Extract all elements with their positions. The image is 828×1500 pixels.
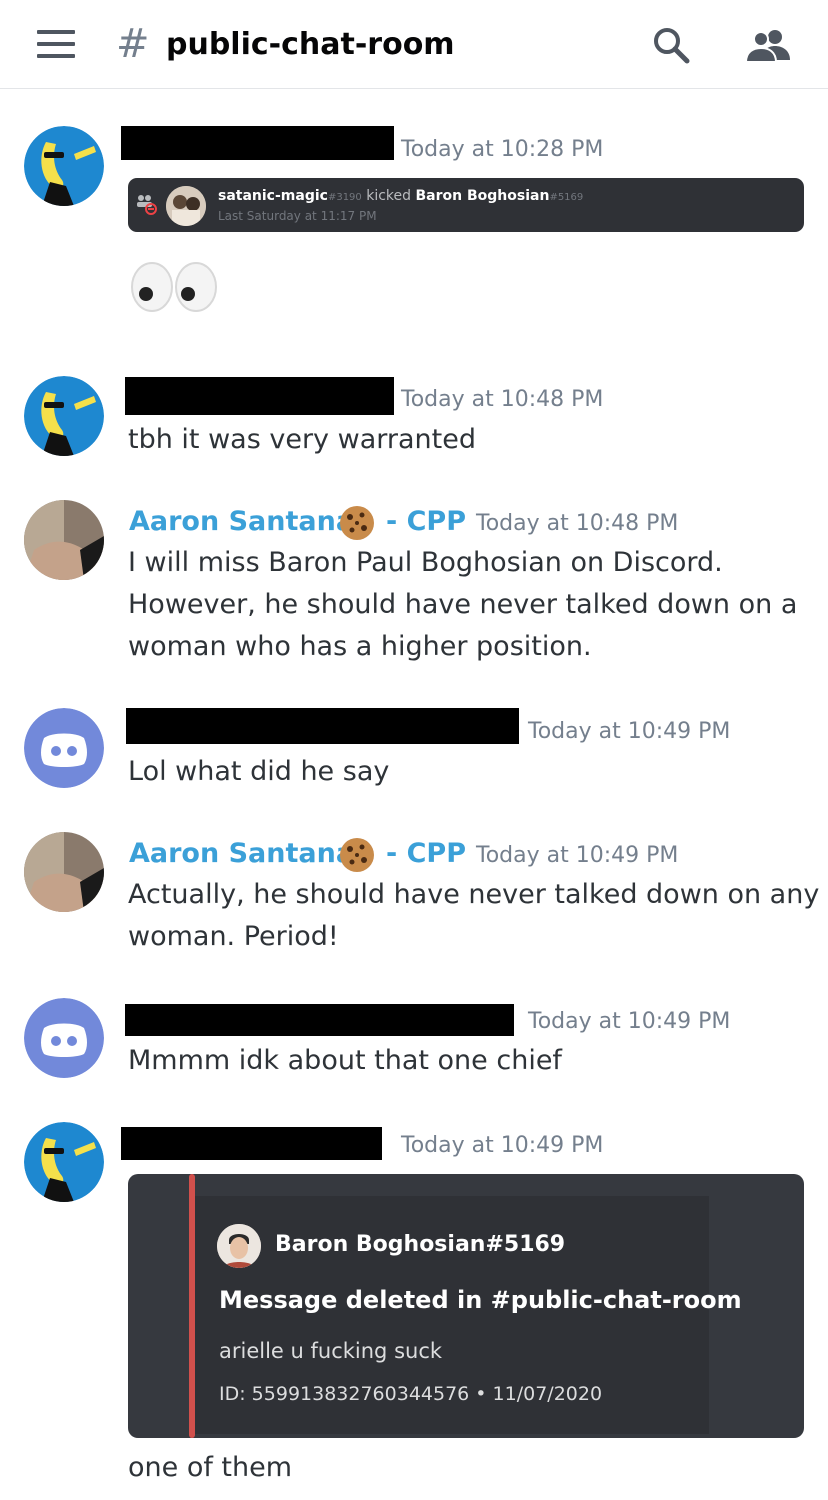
message-line: woman who has a higher position. xyxy=(128,631,592,662)
discord-default-avatar-icon xyxy=(24,998,104,1078)
message-text: Mmmm idk about that one chief xyxy=(128,1045,562,1076)
avatar[interactable] xyxy=(24,1122,104,1202)
eyes-emoji-icon[interactable] xyxy=(130,262,220,312)
kick-action: kicked xyxy=(366,188,412,204)
actor-name[interactable]: satanic-magic xyxy=(218,188,328,204)
system-kick-event[interactable]: satanic-magic#3190 kicked Baron Boghosia… xyxy=(128,178,804,232)
message-timestamp: Today at 10:49 PM xyxy=(528,719,731,744)
message-embed[interactable]: Baron Boghosian#5169 Message deleted in … xyxy=(128,1174,804,1438)
target-discriminator: #5169 xyxy=(549,192,584,203)
target-name[interactable]: Baron Boghosian xyxy=(416,188,550,204)
redacted-username xyxy=(126,708,519,744)
message-text: Lol what did he say xyxy=(128,756,390,787)
message-timestamp: Today at 10:49 PM xyxy=(528,1009,731,1034)
message-line: Actually, he should have never talked do… xyxy=(128,879,820,910)
avatar[interactable] xyxy=(24,998,104,1078)
cookie-emoji-icon xyxy=(340,838,374,872)
hamburger-menu-icon[interactable] xyxy=(37,30,75,58)
redacted-username xyxy=(125,377,394,415)
message-timestamp: Today at 10:48 PM xyxy=(401,387,604,412)
message-timestamp: Today at 10:49 PM xyxy=(401,1133,604,1158)
kick-summary: satanic-magic#3190 kicked Baron Boghosia… xyxy=(218,186,583,208)
message-line: However, he should have never talked dow… xyxy=(128,589,798,620)
username-suffix: - CPP xyxy=(386,506,466,537)
redacted-username xyxy=(121,1127,382,1160)
embed-footer: ID: 559913832760344576 • 11/07/2020 xyxy=(219,1383,603,1405)
embed-description: arielle u fucking suck xyxy=(219,1339,443,1363)
member-removed-icon xyxy=(137,195,157,215)
embed-title: Message deleted in #public-chat-room xyxy=(219,1286,742,1314)
members-icon[interactable] xyxy=(744,26,792,64)
message-line: I will miss Baron Paul Boghosian on Disc… xyxy=(128,547,723,578)
message-timestamp: Today at 10:28 PM xyxy=(401,137,604,162)
embed-content: Baron Boghosian#5169 Message deleted in … xyxy=(195,1196,742,1434)
channel-hash-icon: # xyxy=(116,21,150,67)
avatar[interactable] xyxy=(24,832,104,912)
cookie-emoji-icon xyxy=(340,506,374,540)
message-timestamp: Today at 10:48 PM xyxy=(476,511,679,536)
kick-time: Last Saturday at 11:17 PM xyxy=(218,209,377,223)
embed-author[interactable]: Baron Boghosian#5169 xyxy=(275,1230,565,1260)
photo-avatar-icon xyxy=(24,500,104,580)
avatar[interactable] xyxy=(24,500,104,580)
banana-avatar-icon xyxy=(24,126,104,206)
banana-avatar-icon xyxy=(24,1122,104,1202)
channel-header: # public-chat-room xyxy=(0,0,828,89)
avatar[interactable] xyxy=(24,376,104,456)
username[interactable]: Aaron Santana xyxy=(129,504,354,540)
username[interactable]: Aaron Santana xyxy=(129,836,354,872)
person-avatar-icon xyxy=(166,186,206,226)
username-suffix: - CPP xyxy=(386,838,466,869)
banana-avatar-icon xyxy=(24,376,104,456)
channel-title: public-chat-room xyxy=(166,27,455,62)
avatar[interactable] xyxy=(24,126,104,206)
message-text: tbh it was very warranted xyxy=(128,424,476,455)
discord-default-avatar-icon xyxy=(24,708,104,788)
avatar[interactable] xyxy=(24,708,104,788)
photo-avatar-icon xyxy=(24,832,104,912)
embed-author-avatar[interactable] xyxy=(217,1224,261,1268)
redacted-username xyxy=(125,1004,514,1036)
person-avatar-icon xyxy=(217,1224,261,1268)
message-timestamp: Today at 10:49 PM xyxy=(476,843,679,868)
actor-discriminator: #3190 xyxy=(327,192,362,203)
message-text: one of them xyxy=(128,1452,293,1483)
actor-avatar[interactable] xyxy=(166,186,206,226)
search-icon[interactable] xyxy=(652,26,690,64)
message-line: woman. Period! xyxy=(128,921,339,952)
redacted-username xyxy=(121,126,394,160)
